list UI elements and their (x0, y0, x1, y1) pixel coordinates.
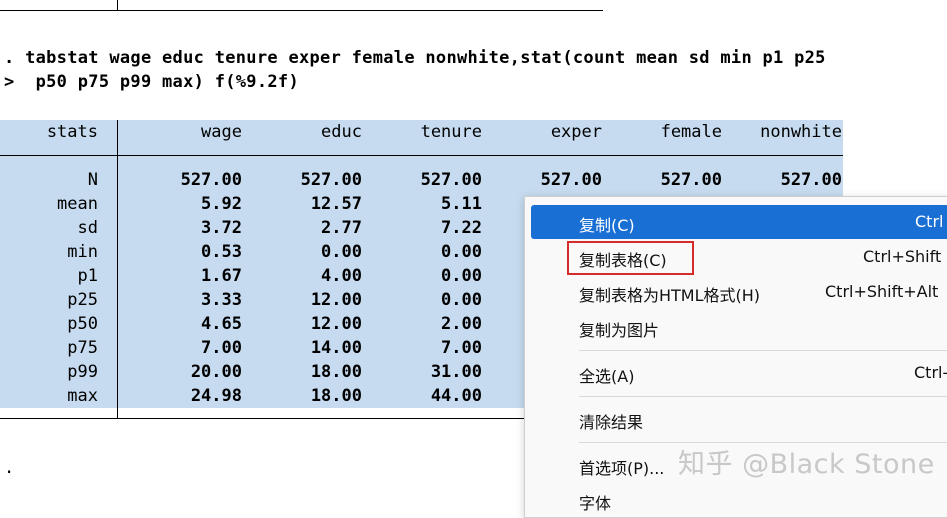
table-cell: 0.00 (441, 266, 482, 286)
table-cell: 12.00 (310, 314, 362, 334)
table-cell: 5.92 (201, 194, 242, 214)
prompt-dot: . (4, 458, 15, 478)
table-cell: 12.57 (310, 194, 362, 214)
table-cell: 24.98 (190, 386, 242, 406)
table-cell: 7.22 (441, 218, 482, 238)
menu-item-copy[interactable]: 复制(C) Ctrl (531, 205, 947, 239)
menu-item-label: 字体 (579, 494, 612, 513)
row-label: p50 (67, 314, 98, 334)
menu-item-copy-as-picture[interactable]: 复制为图片 (531, 310, 947, 344)
table-cell: 0.00 (441, 290, 482, 310)
table-cell: 14.00 (310, 338, 362, 358)
table-cell: 7.00 (441, 338, 482, 358)
table-cell: 527.00 (780, 170, 842, 190)
column-header: tenure (420, 122, 482, 142)
table-cell: 2.00 (441, 314, 482, 334)
menu-item-shortcut: Ctrl- (914, 363, 947, 382)
menu-separator (579, 350, 947, 351)
table-cell: 18.00 (310, 386, 362, 406)
row-label: p75 (67, 338, 98, 358)
row-label: sd (77, 218, 98, 238)
table-cell: 527.00 (420, 170, 482, 190)
menu-item-font[interactable]: 字体 (531, 483, 947, 517)
annotation-highlight-box (567, 241, 694, 275)
table-cell: 4.65 (201, 314, 242, 334)
table-cell: 527.00 (180, 170, 242, 190)
table-cell: 31.00 (430, 362, 482, 382)
table-cell: 7.00 (201, 338, 242, 358)
table-cell: 1.67 (201, 266, 242, 286)
column-header: educ (321, 122, 362, 142)
column-header: female (660, 122, 722, 142)
command-line-1: . tabstat wage educ tenure exper female … (4, 48, 826, 68)
table-header-rule (0, 155, 843, 156)
header-stats: stats (46, 122, 98, 142)
menu-item-label: 复制(C) (579, 216, 635, 235)
row-label: p1 (77, 266, 98, 286)
menu-item-label: 复制表格为HTML格式(H) (579, 286, 761, 305)
row-label: mean (57, 194, 98, 214)
prev-table-hline (0, 10, 603, 11)
table-vline (117, 120, 118, 418)
menu-item-label: 全选(A) (579, 367, 635, 386)
menu-item-copy-table-html[interactable]: 复制表格为HTML格式(H) Ctrl+Shift+Alt (531, 275, 947, 309)
table-cell: 12.00 (310, 290, 362, 310)
column-header: wage (201, 122, 242, 142)
table-cell: 4.00 (321, 266, 362, 286)
menu-item-label: 复制为图片 (579, 321, 660, 340)
menu-item-label: 首选项(P)... (579, 459, 665, 478)
table-cell: 527.00 (300, 170, 362, 190)
row-label: p25 (67, 290, 98, 310)
menu-item-shortcut: Ctrl (915, 212, 944, 231)
row-label: min (67, 242, 98, 262)
table-cell: 0.00 (321, 242, 362, 262)
row-label: N (87, 170, 98, 190)
table-cell: 527.00 (540, 170, 602, 190)
column-header: exper (550, 122, 602, 142)
menu-item-shortcut: Ctrl+Shift+Alt (825, 282, 939, 301)
menu-item-select-all[interactable]: 全选(A) Ctrl- (531, 356, 947, 390)
watermark: 知乎 @Black Stone (678, 449, 935, 480)
table-cell: 18.00 (310, 362, 362, 382)
command-line-2: > p50 p75 p99 max) f(%9.2f) (4, 72, 299, 92)
menu-item-label: 清除结果 (579, 413, 644, 432)
row-label: max (67, 386, 98, 406)
table-cell: 5.11 (441, 194, 482, 214)
table-cell: 527.00 (660, 170, 722, 190)
table-cell: 20.00 (190, 362, 242, 382)
menu-item-clear-results[interactable]: 清除结果 (531, 402, 947, 436)
menu-separator (579, 396, 947, 397)
table-cell: 0.00 (441, 242, 482, 262)
table-bottom-rule (0, 418, 603, 419)
table-cell: 0.53 (201, 242, 242, 262)
menu-item-shortcut: Ctrl+Shift (863, 247, 942, 266)
row-label: p99 (67, 362, 98, 382)
table-cell: 2.77 (321, 218, 362, 238)
table-cell: 3.33 (201, 290, 242, 310)
column-header: nonwhite (760, 122, 842, 142)
table-cell: 44.00 (430, 386, 482, 406)
table-cell: 3.72 (201, 218, 242, 238)
